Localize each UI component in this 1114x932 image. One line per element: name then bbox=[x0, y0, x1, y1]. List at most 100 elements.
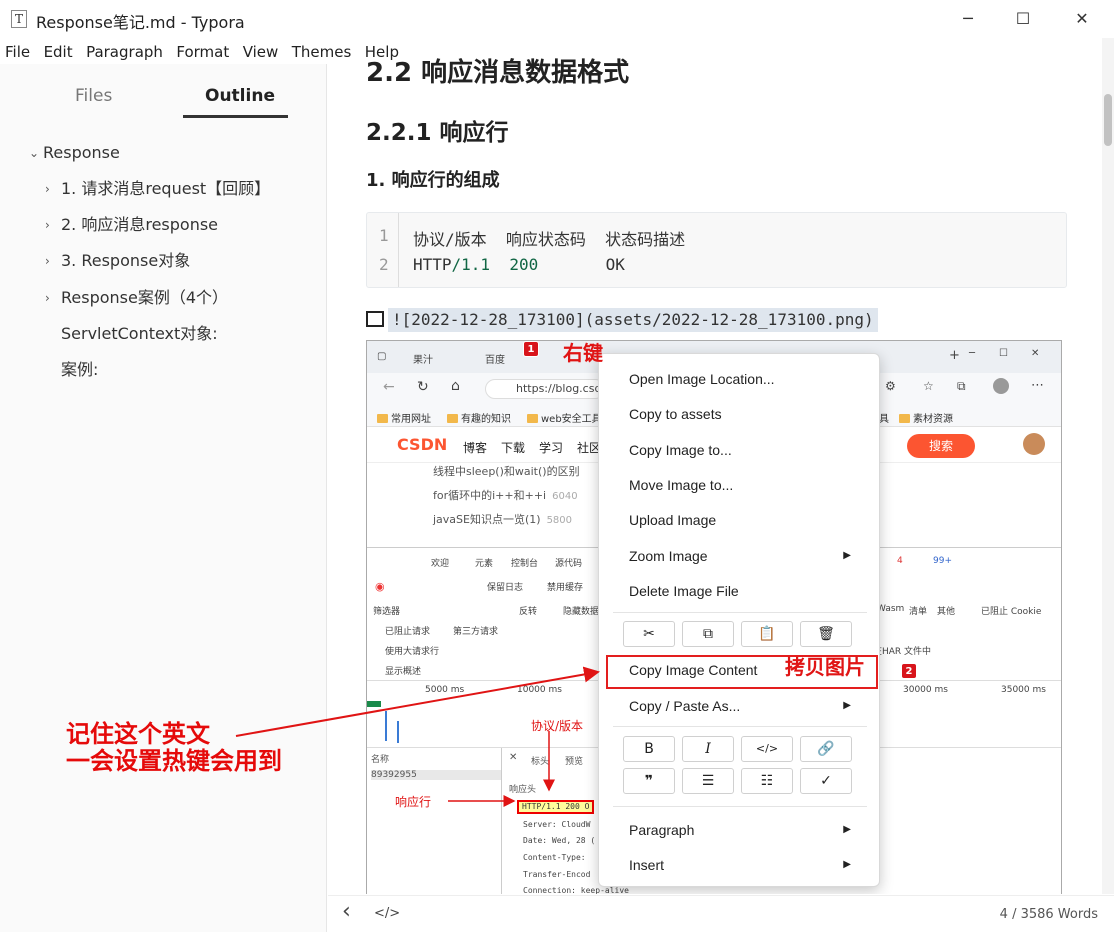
outline-item-servletcontext[interactable]: ServletContext对象: bbox=[61, 323, 218, 345]
browser-extension-icon: ⚙ bbox=[885, 379, 896, 393]
line-number-gutter: 1 2 bbox=[367, 213, 399, 287]
home-icon: ⌂ bbox=[451, 378, 460, 394]
browser-window-icon: ▢ bbox=[377, 351, 387, 362]
folder-icon bbox=[377, 414, 388, 423]
code-button[interactable]: </> bbox=[741, 736, 793, 762]
embedded-screenshot[interactable]: ▢ 果汁 百度 + ─ ☐ ✕ ← ↻ ⌂ https://blog.csdn … bbox=[366, 340, 1062, 894]
status-bar: ‹ </> 4 / 3586 Words bbox=[328, 895, 1114, 932]
editor[interactable]: 2.2 响应消息数据格式 2.2.1 响应行 1. 响应行的组成 1 2 协议/… bbox=[328, 38, 1114, 894]
heading-4: 1. 响应行的组成 bbox=[366, 170, 500, 191]
article-item: for循环中的i++和++i 6040 bbox=[433, 489, 578, 502]
csdn-user-avatar bbox=[1023, 433, 1045, 455]
more-icon: ⋯ bbox=[1031, 378, 1044, 393]
task-list-icon[interactable]: ✓ bbox=[800, 768, 852, 794]
bookmark-item: 常用网址 bbox=[377, 410, 431, 425]
close-button[interactable]: ✕ bbox=[1059, 0, 1105, 38]
outline-item-cases[interactable]: 案例: bbox=[61, 359, 98, 381]
vertical-scrollbar[interactable] bbox=[1102, 38, 1114, 894]
outline-item-response-object[interactable]: 3. Response对象 bbox=[61, 250, 190, 272]
menu-insert[interactable]: Insert bbox=[629, 857, 664, 873]
menu-upload-image[interactable]: Upload Image bbox=[629, 512, 716, 528]
annotation-copy-image: 拷贝图片 bbox=[785, 655, 865, 679]
menu-paragraph[interactable]: Paragraph bbox=[629, 822, 694, 838]
cut-icon[interactable]: ✂ bbox=[623, 621, 675, 647]
ordered-list-icon[interactable]: ☰ bbox=[682, 768, 734, 794]
outline-item-response-msg[interactable]: 2. 响应消息response bbox=[61, 214, 218, 236]
article-item: 线程中sleep()和wait()的区别 bbox=[433, 465, 580, 478]
article-item: javaSE知识点一览(1) 5800 bbox=[433, 513, 573, 526]
menu-zoom-image[interactable]: Zoom Image bbox=[629, 548, 708, 564]
annotation-badge-1: 1 bbox=[523, 341, 539, 357]
maximize-button[interactable]: ☐ bbox=[1000, 0, 1046, 38]
code-line-2: HTTP/1.1 200 OK bbox=[413, 255, 625, 274]
refresh-icon: ↻ bbox=[417, 379, 429, 395]
heading-2: 2.2 响应消息数据格式 bbox=[366, 58, 630, 88]
menu-bar: File Edit Paragraph Format View Themes H… bbox=[0, 40, 403, 64]
browser-maximize-icon: ☐ bbox=[999, 348, 1008, 359]
image-markdown-source[interactable]: ![2022-12-28_173100](assets/2022-12-28_1… bbox=[366, 308, 878, 332]
menu-file[interactable]: File bbox=[0, 40, 34, 64]
browser-close-icon: ✕ bbox=[1031, 348, 1040, 359]
back-arrow-icon: ← bbox=[383, 379, 395, 395]
menu-paragraph[interactable]: Paragraph bbox=[81, 40, 167, 64]
code-token-version: /1.1 200 bbox=[451, 255, 539, 274]
bullet-list-icon[interactable]: ☷ bbox=[741, 768, 793, 794]
menu-themes[interactable]: Themes bbox=[287, 40, 356, 64]
menu-help[interactable]: Help bbox=[360, 40, 403, 64]
outline-item-response[interactable]: Response bbox=[43, 142, 120, 164]
tab-outline[interactable]: Outline bbox=[205, 84, 275, 108]
image-markdown-text: ![2022-12-28_173100](assets/2022-12-28_1… bbox=[388, 308, 878, 332]
copy-icon[interactable]: ⧉ bbox=[682, 621, 734, 647]
csdn-search-button: 搜索 bbox=[907, 434, 975, 458]
menu-move-image-to[interactable]: Move Image to... bbox=[629, 477, 733, 493]
annotation-note-line1: 记住这个英文 bbox=[66, 720, 210, 748]
heading-3: 2.2.1 响应行 bbox=[366, 120, 509, 146]
toggle-sidebar-icon[interactable]: ‹ bbox=[342, 899, 351, 924]
menu-copy-image-to[interactable]: Copy Image to... bbox=[629, 442, 732, 458]
paste-icon[interactable]: 📋 bbox=[741, 621, 793, 647]
chevron-right-icon[interactable]: › bbox=[45, 178, 50, 200]
active-tab-indicator bbox=[183, 115, 288, 118]
quote-icon[interactable]: ❞ bbox=[623, 768, 675, 794]
menu-edit[interactable]: Edit bbox=[39, 40, 77, 64]
csdn-nav-item: 下载 bbox=[501, 441, 526, 455]
minimize-button[interactable]: ─ bbox=[945, 0, 991, 38]
chevron-down-icon[interactable]: ⌄ bbox=[29, 142, 39, 164]
tab-files[interactable]: Files bbox=[75, 84, 112, 108]
browser-minimize-icon: ─ bbox=[969, 348, 976, 359]
code-token-ok: OK bbox=[538, 255, 625, 274]
link-icon[interactable]: 🔗 bbox=[800, 736, 852, 762]
favorites-icon: ☆ bbox=[923, 379, 934, 393]
submenu-arrow-icon: ▶ bbox=[843, 700, 851, 711]
browser-tab: 果汁 bbox=[413, 355, 433, 366]
outline-item-request[interactable]: 1. 请求消息request【回顾】 bbox=[61, 178, 270, 200]
url-field: https://blog.csdn bbox=[485, 379, 605, 399]
source-mode-icon[interactable]: </> bbox=[374, 906, 400, 921]
menu-delete-image-file[interactable]: Delete Image File bbox=[629, 583, 739, 599]
bold-button[interactable]: B bbox=[623, 736, 675, 762]
bookmark-item: 素材资源 bbox=[899, 410, 953, 425]
chevron-right-icon[interactable]: › bbox=[45, 250, 50, 272]
bookmark-item: web安全工具 bbox=[527, 410, 602, 425]
menu-format[interactable]: Format bbox=[171, 40, 233, 64]
italic-button[interactable]: I bbox=[682, 736, 734, 762]
chevron-right-icon[interactable]: › bbox=[45, 214, 50, 236]
annotation-right-click: 右键 bbox=[563, 341, 603, 365]
code-block[interactable]: 1 2 协议/版本 响应状态码 状态码描述 HTTP/1.1 200 OK bbox=[366, 212, 1067, 288]
close-icon: ✕ bbox=[509, 752, 518, 763]
outline-item-response-cases[interactable]: Response案例（4个） bbox=[61, 287, 228, 309]
submenu-arrow-icon: ▶ bbox=[843, 824, 851, 835]
word-count[interactable]: 4 / 3586 Words bbox=[1000, 907, 1098, 922]
menu-copy-image-content[interactable]: Copy Image Content bbox=[629, 662, 757, 678]
menu-view[interactable]: View bbox=[238, 40, 283, 64]
chevron-right-icon[interactable]: › bbox=[45, 287, 50, 309]
scrollbar-thumb[interactable] bbox=[1104, 94, 1112, 146]
menu-open-image-location[interactable]: Open Image Location... bbox=[629, 371, 775, 387]
menu-copy-paste-as[interactable]: Copy / Paste As... bbox=[629, 698, 740, 714]
window-title: Response笔记.md - Typora bbox=[36, 13, 245, 32]
line-number: 1 bbox=[379, 226, 389, 245]
annotation-response-line: 响应行 bbox=[395, 795, 432, 809]
annotation-note: 记住这个英文 一会设置热键会用到 bbox=[66, 721, 282, 775]
delete-icon[interactable]: 🗑 bbox=[800, 621, 852, 647]
menu-copy-to-assets[interactable]: Copy to assets bbox=[629, 406, 722, 422]
